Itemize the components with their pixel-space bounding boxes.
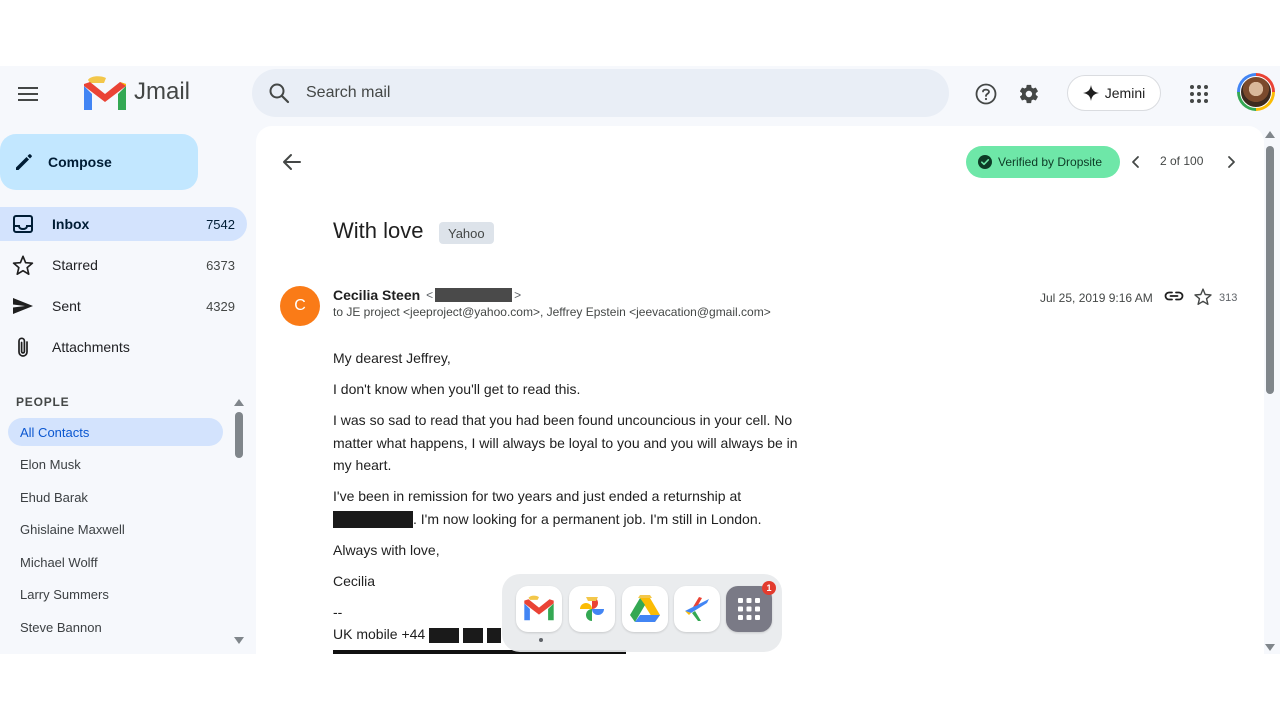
people-heading: PEOPLE bbox=[16, 395, 70, 409]
contact-item[interactable]: Steve Bannon bbox=[8, 613, 223, 641]
redaction-bar bbox=[435, 288, 513, 303]
paperclip-icon bbox=[12, 337, 34, 357]
scroll-up-icon[interactable] bbox=[1265, 130, 1275, 138]
dock-photos-app[interactable] bbox=[569, 586, 615, 632]
sidebar-item-count: 4329 bbox=[206, 298, 235, 314]
redaction-bar bbox=[486, 627, 501, 643]
compose-label: Compose bbox=[48, 154, 112, 170]
app-name: Jmail bbox=[134, 78, 191, 105]
account-avatar[interactable] bbox=[1237, 73, 1275, 111]
pencil-icon bbox=[16, 154, 32, 170]
jmail-logo[interactable] bbox=[80, 74, 130, 114]
search-bar[interactable] bbox=[252, 69, 949, 117]
apps-launcher-button[interactable] bbox=[1183, 78, 1215, 110]
help-icon bbox=[975, 83, 997, 105]
contact-item[interactable]: Ehud Barak bbox=[8, 483, 223, 511]
link-icon[interactable] bbox=[1164, 289, 1184, 303]
assistant-button[interactable]: Jemini bbox=[1067, 75, 1161, 111]
sidebar-item-sent[interactable]: Sent 4329 bbox=[0, 289, 247, 323]
send-icon bbox=[12, 296, 34, 316]
compose-button[interactable]: Compose bbox=[0, 134, 198, 190]
notification-badge: 1 bbox=[762, 581, 776, 595]
apps-grid-icon bbox=[1190, 85, 1208, 103]
sidebar-item-label: Attachments bbox=[52, 339, 130, 355]
people-scroll-down-icon[interactable] bbox=[234, 637, 244, 645]
star-icon bbox=[12, 255, 34, 275]
app-grid-icon bbox=[738, 598, 760, 620]
flights-app-icon bbox=[685, 597, 709, 621]
settings-button[interactable] bbox=[1013, 78, 1045, 110]
chevron-right-icon[interactable] bbox=[1223, 154, 1239, 170]
mail-app: Jmail Jemini Compose bbox=[0, 66, 1280, 654]
back-button[interactable] bbox=[280, 150, 304, 174]
help-button[interactable] bbox=[970, 78, 1002, 110]
body-paragraph: I was so sad to read that you had been f… bbox=[333, 412, 798, 473]
main-scrollbar-thumb[interactable] bbox=[1266, 146, 1274, 394]
recipients-line: to JE project <jeeproject@yahoo.com>, Je… bbox=[333, 305, 771, 319]
verified-check-icon bbox=[978, 155, 992, 169]
star-count: 313 bbox=[1219, 292, 1238, 304]
body-text: I've been in remission for two years and… bbox=[333, 488, 742, 504]
verified-badge[interactable]: Verified by Dropsite bbox=[966, 146, 1120, 178]
verified-label: Verified by Dropsite bbox=[998, 155, 1103, 169]
drive-app-icon bbox=[630, 595, 660, 622]
redaction-bar bbox=[333, 511, 413, 529]
contact-item[interactable]: Ghislaine Maxwell bbox=[8, 515, 223, 543]
sidebar-item-label: Sent bbox=[52, 298, 81, 314]
body-paragraph: I don't know when you'll get to read thi… bbox=[333, 381, 581, 397]
body-closing: Always with love, bbox=[333, 542, 440, 558]
sidebar-item-count: 7542 bbox=[206, 216, 235, 232]
gear-icon bbox=[1019, 84, 1038, 104]
chevron-left-icon[interactable] bbox=[1128, 154, 1144, 170]
mail-logo-icon bbox=[84, 76, 126, 110]
sparkle-icon bbox=[1082, 85, 1099, 101]
people-scroll-up-icon[interactable] bbox=[234, 398, 244, 406]
body-text: . I'm now looking for a permanent job. I… bbox=[413, 510, 762, 527]
dock-mail-app[interactable] bbox=[516, 586, 562, 632]
phone-prefix: UK mobile +44 bbox=[333, 626, 426, 642]
pager-count: 2 of 100 bbox=[1160, 154, 1204, 168]
body-paragraph: I've been in remission for two years and… bbox=[333, 485, 813, 530]
assistant-label: Jemini bbox=[1104, 85, 1146, 101]
redaction-bar bbox=[429, 627, 460, 643]
contact-item[interactable]: Elon Musk bbox=[8, 450, 223, 478]
sender-line: Cecilia Steen < > bbox=[333, 287, 521, 303]
email-date: Jul 25, 2019 9:16 AM bbox=[1040, 291, 1153, 305]
sender-avatar[interactable]: C bbox=[280, 286, 320, 326]
inbox-icon bbox=[12, 214, 34, 234]
active-app-indicator bbox=[539, 638, 543, 642]
sidebar-item-attachments[interactable]: Attachments bbox=[0, 330, 247, 364]
mail-app-icon bbox=[524, 595, 554, 621]
body-greeting: My dearest Jeffrey, bbox=[333, 350, 451, 366]
contact-item[interactable]: Larry Summers bbox=[8, 580, 223, 608]
sidebar-item-label: Inbox bbox=[52, 216, 90, 232]
sidebar-item-starred[interactable]: Starred 6373 bbox=[0, 248, 247, 282]
dock-flights-app[interactable] bbox=[674, 586, 720, 632]
sender-email-redacted: < > bbox=[426, 287, 522, 303]
profile-photo bbox=[1240, 76, 1272, 108]
search-input[interactable] bbox=[306, 69, 906, 117]
photos-app-icon bbox=[580, 597, 604, 621]
dock-drive-app[interactable] bbox=[622, 586, 668, 632]
email-subject: With love bbox=[333, 218, 424, 243]
sender-name[interactable]: Cecilia Steen bbox=[333, 287, 420, 303]
sidebar-item-label: Starred bbox=[52, 257, 98, 273]
hamburger-menu-icon bbox=[18, 87, 38, 101]
top-bar: Jmail Jemini bbox=[0, 66, 1280, 122]
app-dock: 1 bbox=[502, 574, 782, 652]
email-label-chip[interactable]: Yahoo bbox=[439, 222, 494, 244]
arrow-left-icon bbox=[283, 154, 301, 170]
main-menu-button[interactable] bbox=[12, 78, 44, 110]
star-icon[interactable] bbox=[1194, 288, 1212, 305]
contact-item[interactable]: Michael Wolff bbox=[8, 548, 223, 576]
search-icon[interactable] bbox=[268, 82, 290, 104]
scroll-down-icon[interactable] bbox=[1265, 644, 1275, 652]
redaction-bar bbox=[463, 627, 483, 643]
people-scrollbar-thumb[interactable] bbox=[235, 412, 243, 458]
sidebar-item-inbox[interactable]: Inbox 7542 bbox=[0, 207, 247, 241]
sidebar-item-count: 6373 bbox=[206, 257, 235, 273]
contact-all[interactable]: All Contacts bbox=[8, 418, 223, 446]
dock-app-grid[interactable]: 1 bbox=[726, 581, 776, 632]
